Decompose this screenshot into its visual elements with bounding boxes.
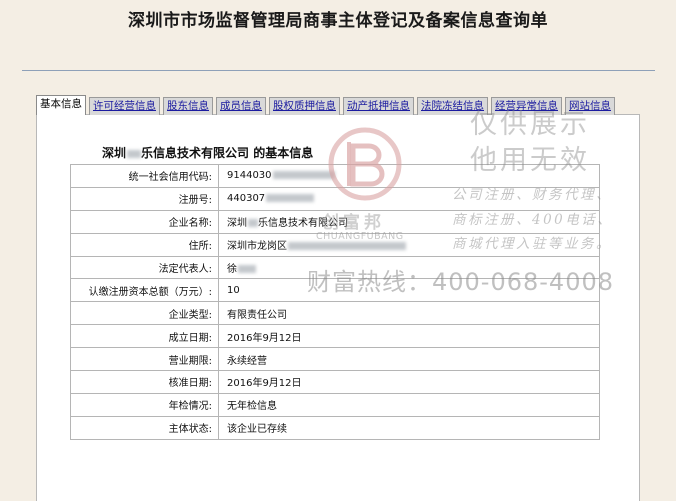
annual-check-value: 无年检信息 — [218, 392, 600, 417]
table-row: 营业期限: 永续经营 — [70, 347, 600, 372]
tab-equity-pledge-info[interactable]: 股权质押信息 — [269, 97, 340, 115]
field-label: 统一社会信用代码: — [70, 164, 219, 188]
field-label: 成立日期: — [70, 324, 219, 349]
redacted-text — [127, 149, 142, 158]
table-row: 主体状态: 该企业已存续 — [70, 415, 600, 440]
watermark-services-line2: 商标注册、400电话、 — [452, 212, 614, 228]
field-label: 营业期限: — [70, 347, 219, 372]
field-label: 住所: — [70, 232, 219, 257]
field-label: 企业名称: — [70, 209, 219, 234]
redacted-text — [248, 219, 258, 228]
tab-license-info[interactable]: 许可经营信息 — [89, 97, 160, 115]
field-label: 法定代表人: — [70, 255, 219, 280]
company-name-suffix: 乐信息技术有限公司 — [141, 146, 250, 160]
redacted-text — [238, 265, 256, 273]
tab-member-info[interactable]: 成员信息 — [216, 97, 266, 115]
redacted-text — [266, 194, 315, 203]
field-label: 主体状态: — [70, 415, 219, 440]
watermark-hotline: 财富热线：400-068-4008 — [307, 268, 615, 296]
redacted-text — [288, 242, 406, 251]
table-row: 企业类型: 有限责任公司 — [70, 301, 600, 326]
field-label: 核准日期: — [70, 370, 219, 394]
company-heading: 深圳 乐信息技术有限公司 的基本信息 — [102, 144, 313, 161]
field-label: 认缴注册资本总额（万元）: — [70, 278, 219, 303]
watermark-services-line1: 公司注册、财务代理、 — [452, 187, 612, 203]
page-title: 深圳市市场监督管理局商事主体登记及备案信息查询单 — [128, 11, 548, 31]
watermark-brand-cn: 创富邦 — [322, 213, 385, 233]
field-label: 年检情况: — [70, 392, 219, 417]
watermark-invalid-otherwise: 他用无效 — [470, 145, 590, 176]
table-row: 核准日期: 2016年9月12日 — [70, 370, 600, 394]
heading-tail: 的基本信息 — [249, 146, 314, 160]
watermark-display-only: 仅供展示 — [470, 109, 590, 140]
tab-shareholder-info[interactable]: 股东信息 — [163, 97, 213, 115]
company-type-value: 有限责任公司 — [218, 301, 600, 326]
field-label: 企业类型: — [70, 301, 219, 326]
entity-status-value: 该企业已存续 — [218, 415, 600, 440]
watermark-brand-en: CHUANGFUBANG — [316, 231, 404, 242]
established-date-value: 2016年9月12日 — [218, 324, 600, 349]
table-row: 年检情况: 无年检信息 — [70, 392, 600, 417]
tab-chattel-mortgage-info[interactable]: 动产抵押信息 — [343, 97, 414, 115]
basic-info-table: 统一社会信用代码: 9144030 注册号: 440307 企业名称: 深圳 乐信… — [70, 164, 600, 440]
field-label: 注册号: — [70, 186, 219, 211]
brand-seal-logo-icon — [328, 127, 402, 201]
approval-date-value: 2016年9月12日 — [218, 370, 600, 394]
business-term-value: 永续经营 — [218, 347, 600, 372]
watermark-services-line3: 商城代理入驻等业务。 — [452, 236, 612, 252]
table-row: 成立日期: 2016年9月12日 — [70, 324, 600, 349]
title-divider — [22, 70, 655, 71]
redacted-text — [272, 171, 335, 180]
company-name-prefix: 深圳 — [102, 146, 127, 160]
tab-basic-info[interactable]: 基本信息 — [36, 95, 86, 115]
